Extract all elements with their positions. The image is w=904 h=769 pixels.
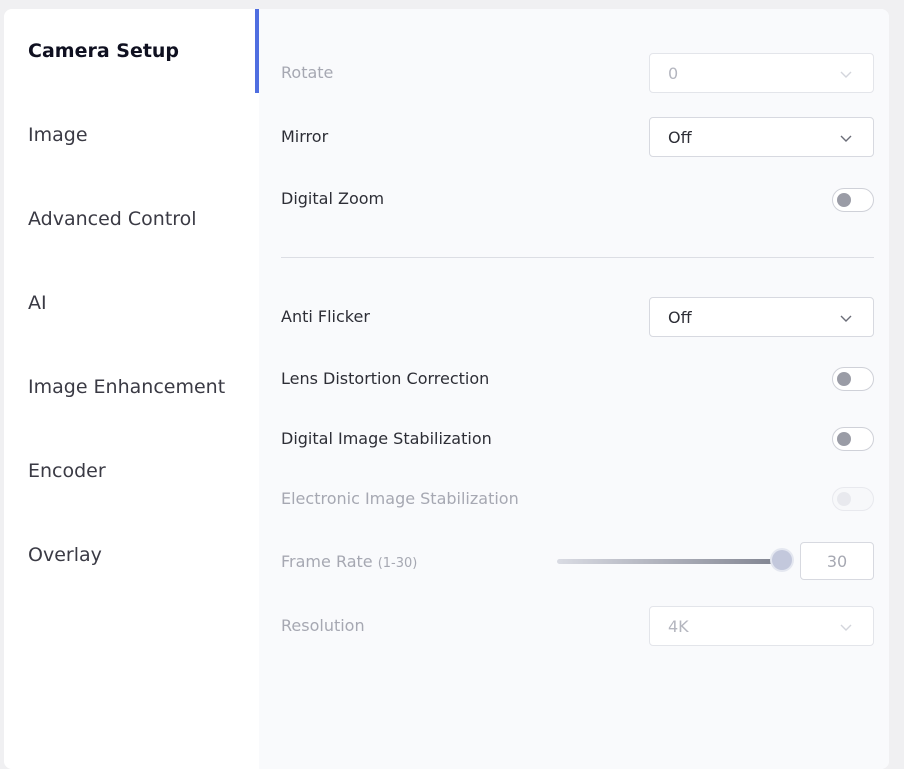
toggle-knob <box>837 492 851 506</box>
mirror-label: Mirror <box>281 127 329 146</box>
sidebar-item-label: Image <box>28 124 88 146</box>
sidebar: Camera Setup Image Advanced Control AI I… <box>4 9 259 769</box>
resolution-select: 4K <box>649 606 874 646</box>
chevron-down-icon <box>840 624 852 631</box>
frame-rate-slider-handle[interactable] <box>772 550 792 570</box>
sidebar-item-label: Encoder <box>28 460 106 482</box>
mirror-value: Off <box>668 127 692 147</box>
electronic-stabilization-label: Electronic Image Stabilization <box>281 489 519 508</box>
electronic-stabilization-toggle <box>832 487 874 511</box>
sidebar-item-encoder[interactable]: Encoder <box>4 429 259 513</box>
rotate-select: 0 <box>649 53 874 93</box>
digital-zoom-toggle[interactable] <box>832 188 874 212</box>
rotate-value: 0 <box>668 63 679 83</box>
sidebar-item-label: Image Enhancement <box>28 376 226 398</box>
chevron-down-icon <box>840 135 852 142</box>
frame-rate-range: (1-30) <box>377 556 418 571</box>
chevron-down-icon <box>840 71 852 78</box>
frame-rate-slider-track <box>557 559 783 564</box>
settings-panel: Camera Setup Image Advanced Control AI I… <box>4 9 889 769</box>
anti-flicker-label: Anti Flicker <box>281 307 370 326</box>
sidebar-item-image-enhancement[interactable]: Image Enhancement <box>4 345 259 429</box>
toggle-knob <box>837 372 851 386</box>
section-divider <box>281 257 874 258</box>
sidebar-item-advanced-control[interactable]: Advanced Control <box>4 177 259 261</box>
digital-stabilization-label: Digital Image Stabilization <box>281 429 492 448</box>
rotate-label: Rotate <box>281 63 334 82</box>
frame-rate-label-text: Frame Rate <box>281 552 373 571</box>
sidebar-item-overlay[interactable]: Overlay <box>4 513 259 597</box>
anti-flicker-value: Off <box>668 307 692 327</box>
sidebar-item-label: Camera Setup <box>28 40 180 62</box>
lens-distortion-label: Lens Distortion Correction <box>281 369 490 388</box>
sidebar-item-camera-setup[interactable]: Camera Setup <box>4 9 259 93</box>
sidebar-item-label: Advanced Control <box>28 208 197 230</box>
mirror-select[interactable]: Off <box>649 117 874 157</box>
digital-stabilization-toggle[interactable] <box>832 427 874 451</box>
sidebar-item-ai[interactable]: AI <box>4 261 259 345</box>
chevron-down-icon <box>840 315 852 322</box>
frame-rate-value: 30 <box>826 551 848 571</box>
frame-rate-input[interactable]: 30 <box>800 542 874 580</box>
camera-setup-content: Rotate 0 Mirror Off Digital Zoom Anti Fl… <box>259 9 889 769</box>
resolution-label: Resolution <box>281 616 365 635</box>
anti-flicker-select[interactable]: Off <box>649 297 874 337</box>
lens-distortion-toggle[interactable] <box>832 367 874 391</box>
resolution-value: 4K <box>668 616 689 636</box>
sidebar-item-image[interactable]: Image <box>4 93 259 177</box>
toggle-knob <box>837 432 851 446</box>
digital-zoom-label: Digital Zoom <box>281 189 385 208</box>
frame-rate-label: Frame Rate (1-30) <box>281 551 417 575</box>
sidebar-item-label: AI <box>28 292 47 314</box>
sidebar-item-label: Overlay <box>28 544 102 566</box>
toggle-knob <box>837 193 851 207</box>
